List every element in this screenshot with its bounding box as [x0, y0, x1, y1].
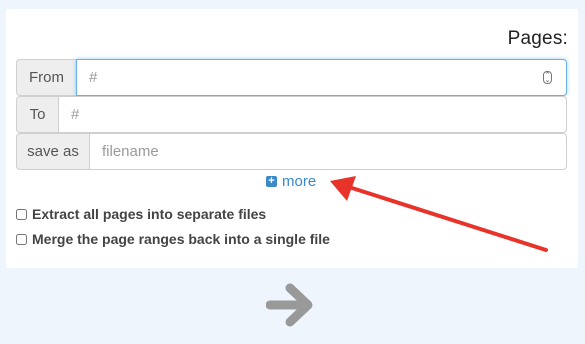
to-row: To: [16, 96, 567, 133]
merge-ranges-checkbox[interactable]: [16, 233, 27, 245]
merge-ranges-label: Merge the page ranges back into a single…: [32, 231, 330, 247]
filename-input[interactable]: [89, 133, 567, 170]
from-input[interactable]: [76, 59, 567, 96]
to-label: To: [16, 96, 58, 133]
arrow-right-icon: [265, 283, 313, 327]
split-options-panel: Pages: From ⌃⌄ To save as + more Extract…: [6, 9, 578, 268]
extract-all-checkbox[interactable]: [16, 208, 27, 220]
save-as-row: save as: [16, 133, 567, 170]
merge-ranges-option[interactable]: Merge the page ranges back into a single…: [16, 231, 330, 247]
number-spinner-icon[interactable]: ⌃ ⌄: [543, 71, 552, 84]
extract-all-option[interactable]: Extract all pages into separate files: [16, 206, 266, 222]
plus-square-icon: +: [266, 176, 277, 187]
from-label: From: [16, 59, 76, 96]
to-input[interactable]: [58, 96, 567, 133]
from-row: From ⌃⌄: [16, 59, 567, 96]
extract-all-label: Extract all pages into separate files: [32, 206, 267, 222]
save-as-label: save as: [16, 133, 89, 170]
more-link[interactable]: + more: [266, 173, 316, 190]
more-link-label: more: [282, 173, 317, 190]
pages-title: Pages:: [507, 28, 568, 49]
next-button[interactable]: [265, 281, 318, 334]
